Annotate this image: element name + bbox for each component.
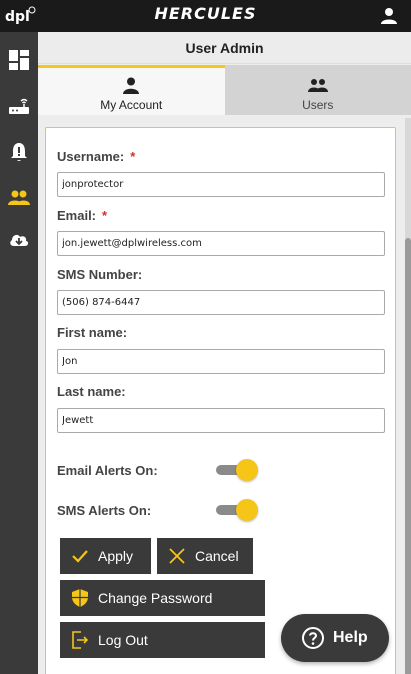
router-icon — [9, 98, 29, 114]
apply-button[interactable]: Apply — [60, 538, 151, 574]
cancel-button-label: Cancel — [195, 548, 239, 564]
scrollbar[interactable] — [405, 118, 411, 674]
logout-icon — [72, 631, 89, 649]
username-label-text: Username: — [57, 149, 125, 164]
logout-button[interactable]: Log Out — [60, 622, 265, 658]
sms-alerts-label: SMS Alerts On: — [57, 503, 152, 518]
required-marker: * — [130, 149, 136, 164]
users-icon — [8, 190, 30, 205]
tab-my-account-label: My Account — [100, 98, 163, 112]
brand-title: HERCULES — [154, 4, 257, 23]
email-field[interactable] — [57, 231, 385, 256]
email-alerts-toggle[interactable] — [216, 459, 258, 481]
required-marker: * — [102, 208, 108, 223]
apply-button-label: Apply — [98, 548, 134, 564]
first-name-label: First name: — [57, 325, 128, 340]
sidebar-item-devices[interactable] — [0, 84, 38, 128]
change-password-button[interactable]: Change Password — [60, 580, 265, 616]
account-form: Username: * Email: * SMS Number: First nam… — [45, 127, 396, 674]
dashboard-icon — [9, 50, 29, 70]
toggle-knob — [236, 459, 258, 481]
sidebar-item-users[interactable] — [0, 176, 38, 220]
help-button-label: Help — [333, 629, 368, 646]
toggle-knob — [236, 499, 258, 521]
shield-icon — [72, 589, 88, 607]
checkmark-icon — [72, 550, 88, 563]
change-password-button-label: Change Password — [98, 590, 213, 606]
last-name-field[interactable] — [57, 408, 385, 433]
username-label: Username: * — [57, 149, 135, 164]
email-label: Email: * — [57, 208, 107, 223]
sidebar — [0, 32, 38, 674]
close-icon — [169, 548, 185, 564]
user-account-icon[interactable] — [379, 6, 399, 26]
main-panel: User Admin My Account Users Username: * — [38, 32, 411, 674]
help-question-icon — [302, 627, 324, 649]
tab-users[interactable]: Users — [224, 65, 411, 115]
cloud-download-icon — [10, 234, 29, 246]
email-label-text: Email: — [57, 208, 97, 223]
group-icon — [307, 79, 328, 92]
sidebar-item-alarms[interactable] — [0, 130, 38, 174]
sms-number-label: SMS Number: — [57, 267, 143, 282]
tab-my-account[interactable]: My Account — [38, 65, 225, 115]
cancel-button[interactable]: Cancel — [157, 538, 253, 574]
help-button[interactable]: Help — [281, 614, 389, 662]
tab-bar: My Account Users — [38, 65, 411, 115]
sms-alerts-toggle[interactable] — [216, 499, 258, 521]
logout-button-label: Log Out — [98, 632, 148, 648]
last-name-label: Last name: — [57, 384, 126, 399]
scrollbar-thumb[interactable] — [405, 238, 411, 674]
person-icon — [123, 77, 140, 94]
email-alerts-label: Email Alerts On: — [57, 463, 158, 478]
first-name-field[interactable] — [57, 349, 385, 374]
sms-number-field[interactable] — [57, 290, 385, 315]
alarm-bell-icon — [11, 143, 27, 161]
tab-users-label: Users — [302, 98, 334, 112]
username-field[interactable] — [57, 172, 385, 197]
sidebar-item-downloads[interactable] — [0, 218, 38, 262]
top-bar: dpl HERCULES — [0, 0, 411, 32]
page-title: User Admin — [38, 32, 411, 64]
sidebar-item-dashboard[interactable] — [0, 38, 38, 82]
